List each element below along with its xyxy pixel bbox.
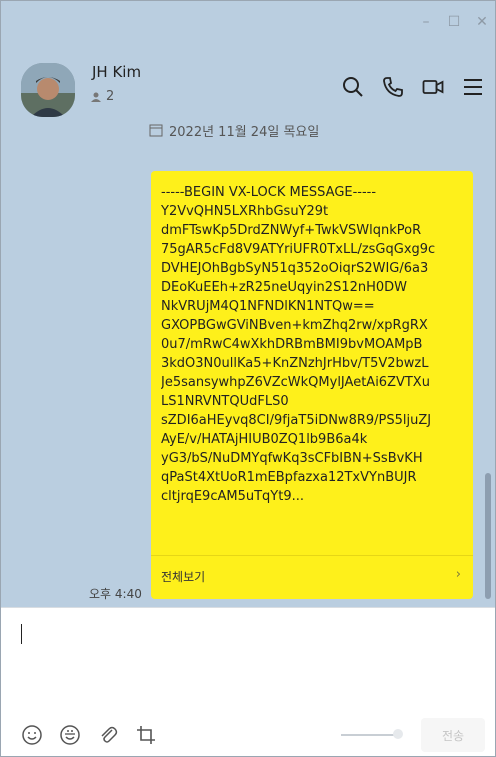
minimize-button[interactable]: – [419,15,433,29]
slider-track[interactable] [341,734,397,736]
bubble-divider [151,555,473,556]
view-all-link[interactable]: 전체보기 [161,568,205,585]
message-text: -----BEGIN VX-LOCK MESSAGE----- Y2VvQHN5L… [161,183,465,545]
message-line: -----BEGIN VX-LOCK MESSAGE----- [161,185,377,200]
message-line: sZDI6aHEyvq8CI/9fjaT5iDNw8R9/PS5ljuZJ [161,413,432,428]
text-caret [21,624,22,644]
search-icon[interactable] [341,75,365,99]
person-icon [91,92,101,102]
input-toolbar [21,724,157,746]
message-line: DVHEJOhBgbSyN51q352oOiqrS2WIG/6a3 [161,261,429,276]
close-button[interactable]: ✕ [475,15,489,29]
member-count[interactable]: 2 [90,89,114,104]
message-line: Je5sansywhpZ6VZcWkQMylJAetAi6ZVTXu [161,375,430,390]
message-line: Y2VvQHN5LXRhbGsuY29t [161,204,329,219]
message-line: yG3/bS/NuDMYqfwKq3sCFbIBN+SsBvKH [161,451,423,466]
menu-icon[interactable] [461,75,485,99]
maximize-button[interactable]: ☐ [447,15,461,29]
message-line: DEoKuEEh+zR25neUqyin2S12nH0DW [161,280,408,295]
video-call-icon[interactable] [421,75,445,99]
message-line: qPaSt4XtUoR1mEBpfazxa12TxVYnBUJR [161,470,417,485]
slider-knob[interactable] [393,729,403,739]
message-line: 0u7/mRwC4wXkhDRBmBMI9bvMOAMpB [161,337,423,352]
message-input-area[interactable]: 전송 [1,607,495,756]
emoticon-icon[interactable] [59,724,81,746]
message-line: 3kdO3N0ullKa5+KnZNzhJrHbv/T5V2bwzL [161,356,429,371]
date-divider: 2022년 11월 24일 목요일 [149,119,379,141]
chat-window: – ☐ ✕ JH Kim 2 2022년 11월 24일 목요일 -----BE… [0,0,496,757]
profile-photo [21,63,75,117]
chevron-right-icon[interactable]: › [456,567,461,582]
message-line: cltjrqE9cAM5uTqYt9... [161,489,304,504]
emoji-icon[interactable] [21,724,43,746]
capture-icon[interactable] [135,724,157,746]
message-bubble[interactable]: -----BEGIN VX-LOCK MESSAGE----- Y2VvQHN5L… [151,171,473,599]
chat-area: – ☐ ✕ JH Kim 2 2022년 11월 24일 목요일 -----BE… [1,1,495,607]
scrollbar-thumb[interactable] [485,473,491,599]
send-button[interactable]: 전송 [421,718,485,752]
phone-icon[interactable] [381,75,405,99]
chat-name[interactable]: JH Kim [92,63,141,81]
message-line: GXOPBGwGViNBven+kmZhq2rw/xpRgRX [161,318,428,333]
message-time: 오후 4:40 [89,587,142,601]
message-line: LS1NRVNTQUdFLS0 [161,394,289,409]
attach-icon[interactable] [97,724,119,746]
member-count-value: 2 [106,89,115,104]
message-line: dmFTswKp5DrdZNWyf+TwkVSWlqnkPoR [161,223,422,238]
header-toolbar [341,75,485,99]
message-line: NkVRUjM4Q1NFNDlKN1NTQw== [161,299,375,314]
window-controls: – ☐ ✕ [419,15,489,29]
avatar[interactable] [21,63,75,117]
message-line: 75gAR5cFd8V9ATYriUFR0TxLL/zsGqGxg9c [161,242,436,257]
calendar-icon [149,124,163,137]
date-divider-text: 2022년 11월 24일 목요일 [169,124,320,140]
message-line: AyE/v/HATAjHIUB0ZQ1lb9B6a4k [161,432,368,447]
